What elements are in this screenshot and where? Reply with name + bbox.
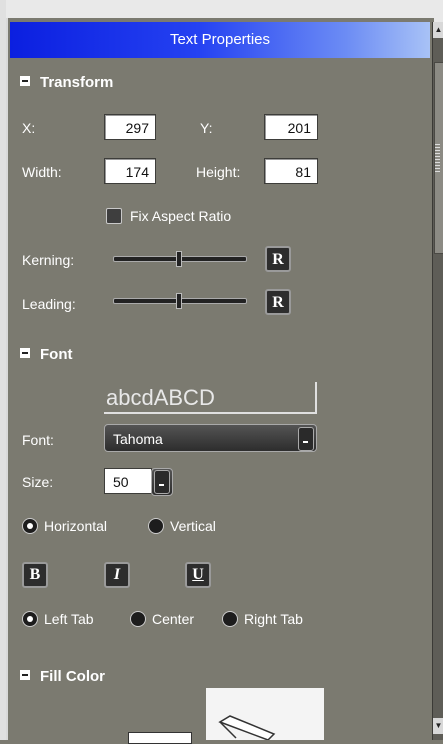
fill-color-field[interactable] — [128, 732, 192, 744]
tab-right-label: Right Tab — [244, 611, 303, 627]
height-label: Height: — [196, 164, 241, 180]
y-field[interactable]: 201 — [264, 114, 318, 140]
fix-aspect-checkbox[interactable] — [106, 208, 122, 224]
size-label: Size: — [22, 474, 54, 490]
orientation-vertical-label: Vertical — [170, 518, 216, 534]
bold-button[interactable]: B — [22, 562, 48, 588]
section-fill-header[interactable]: Fill Color — [20, 668, 105, 685]
width-field[interactable]: 174 — [104, 158, 156, 184]
tab-right-radio[interactable] — [222, 611, 238, 627]
font-dropdown[interactable]: Tahoma — [104, 424, 317, 452]
orientation-horizontal-label: Horizontal — [44, 518, 108, 534]
x-label: X: — [22, 120, 36, 136]
fill-heading: Fill Color — [40, 668, 105, 685]
kerning-slider-thumb[interactable] — [176, 251, 182, 267]
dropdown-arrow-icon[interactable] — [298, 427, 314, 451]
dropdown-arrow-icon — [154, 470, 170, 494]
x-field[interactable]: 297 — [104, 114, 156, 140]
tab-center-radio[interactable] — [130, 611, 146, 627]
panel-title-bar: Text Properties — [10, 22, 430, 58]
section-font-header[interactable]: Font — [20, 346, 72, 363]
tab-left-label: Left Tab — [44, 611, 94, 627]
transform-heading: Transform — [40, 74, 114, 91]
leading-label: Leading: — [22, 296, 76, 312]
collapse-icon[interactable] — [20, 348, 30, 359]
scroll-down-icon[interactable]: ▼ — [433, 718, 443, 734]
italic-button[interactable]: I — [104, 562, 130, 588]
orientation-vertical-radio[interactable] — [148, 518, 164, 534]
section-transform-header[interactable]: Transform — [20, 74, 113, 91]
scroll-grip — [435, 144, 440, 174]
properties-panel — [6, 18, 434, 740]
fix-aspect-label: Fix Aspect Ratio — [130, 208, 232, 224]
width-label: Width: — [22, 164, 62, 180]
panel-title: Text Properties — [169, 31, 271, 48]
leading-slider-thumb[interactable] — [176, 293, 182, 309]
font-label: Font: — [22, 432, 54, 448]
height-field[interactable]: 81 — [264, 158, 318, 184]
kerning-label: Kerning: — [22, 252, 75, 268]
vertical-scrollbar[interactable]: ▲ ▼ — [432, 22, 443, 740]
collapse-icon[interactable] — [20, 670, 30, 681]
underline-button[interactable]: U — [185, 562, 211, 588]
kerning-reset-button[interactable]: R — [265, 246, 291, 272]
collapse-icon[interactable] — [20, 76, 30, 87]
size-field[interactable]: 50 — [104, 468, 152, 494]
scroll-up-icon[interactable]: ▲ — [433, 22, 443, 38]
tab-center-label: Center — [152, 611, 195, 627]
font-heading: Font — [40, 346, 73, 363]
size-dropdown-button[interactable] — [151, 468, 173, 496]
tab-left-radio[interactable] — [22, 611, 38, 627]
y-label: Y: — [200, 120, 213, 136]
font-dropdown-value: Tahoma — [113, 431, 163, 447]
font-preview: abcdABCD — [104, 382, 317, 414]
orientation-horizontal-radio[interactable] — [22, 518, 38, 534]
leading-reset-button[interactable]: R — [265, 289, 291, 315]
fill-color-preview[interactable] — [206, 688, 324, 740]
pen-icon — [218, 715, 276, 740]
